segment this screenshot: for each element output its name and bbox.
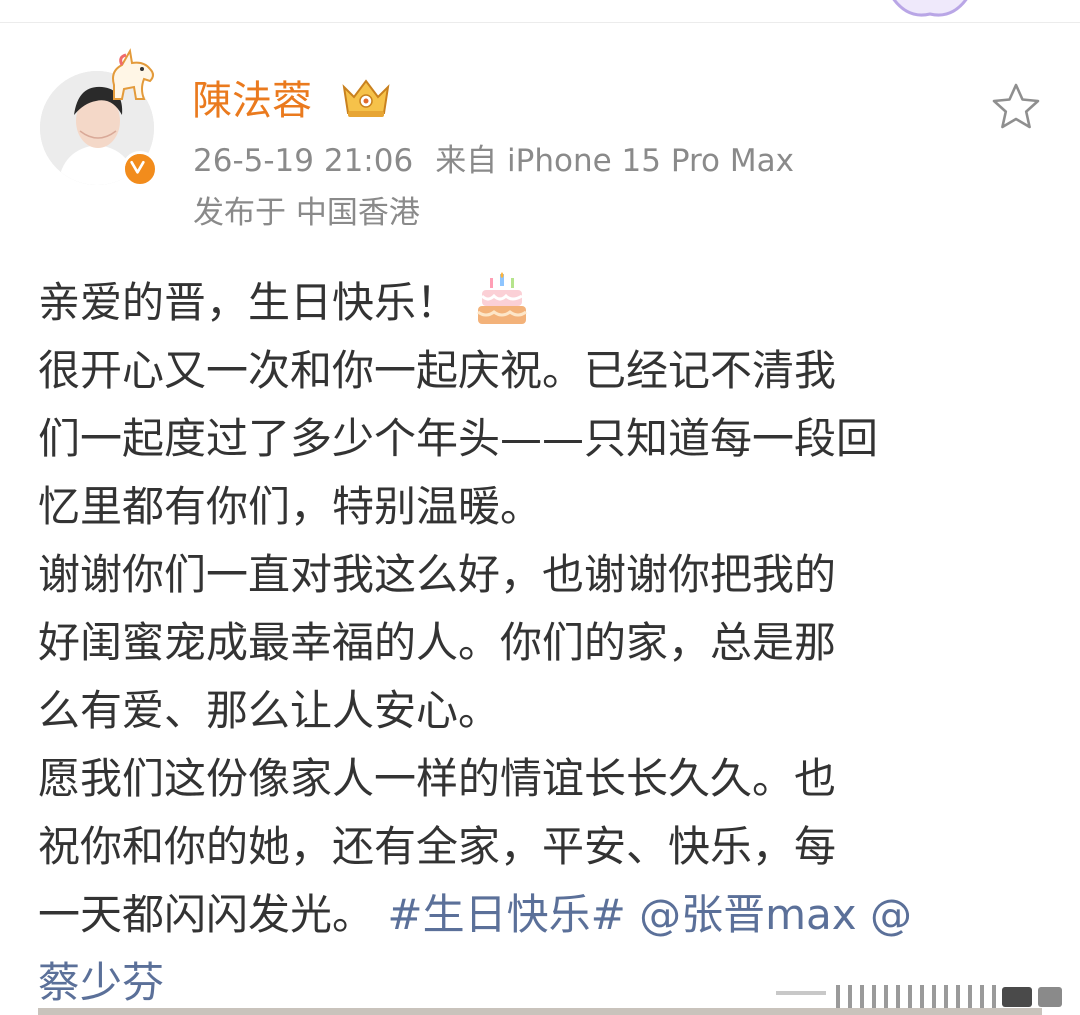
- content-line: 祝你和你的她，还有全家，平安、快乐，每: [38, 822, 837, 871]
- topic-link[interactable]: #生日快乐#: [387, 890, 625, 939]
- username[interactable]: 陳法蓉: [192, 75, 312, 127]
- verified-badge-icon: [122, 151, 158, 187]
- weibo-post-card: 陳法蓉 26-5-19 21:06 来自 iPhone 15 Pro Max 发布…: [0, 23, 1080, 1015]
- content-line: 愿我们这份像家人一样的情谊长长久久。也: [38, 754, 837, 803]
- content-line: 一天都闪闪发光。 #生日快乐# @张晋max @: [38, 881, 1048, 949]
- birthday-cake-emoji: [477, 271, 527, 324]
- avatar-group[interactable]: [40, 48, 160, 191]
- content-line: 很开心又一次和你一起庆祝。已经记不清我: [38, 346, 837, 395]
- mention-link[interactable]: @: [870, 890, 912, 939]
- content-line: 么有爱、那么让人安心。: [38, 686, 501, 735]
- content-line: 忆里都有你们，特别温暖。: [38, 482, 543, 531]
- post-meta: 26-5-19 21:06 来自 iPhone 15 Pro Max: [193, 139, 794, 183]
- decoration-icon: [892, 0, 968, 17]
- crown-vip-badge-icon[interactable]: [338, 73, 394, 121]
- star-outline-icon[interactable]: [990, 81, 1042, 133]
- attached-image-preview[interactable]: [38, 1008, 1042, 1015]
- content-line-text: 一天都闪闪发光。: [38, 890, 375, 939]
- top-status-strip: [0, 0, 1080, 23]
- post-timestamp: 26-5-19 21:06: [193, 143, 414, 179]
- post-source: 来自 iPhone 15 Pro Max: [435, 143, 794, 179]
- unicorn-pendant-icon: [112, 48, 154, 100]
- content-line: 谢谢你们一直对我这么好，也谢谢你把我的: [38, 550, 837, 599]
- content-line-text: 亲爱的晋，生日快乐！: [38, 278, 459, 327]
- content-line: 们一起度过了多少个年头——只知道每一段回: [38, 414, 879, 463]
- mention-link-continued[interactable]: 蔡少芬: [38, 958, 164, 1007]
- post-content: 亲爱的晋，生日快乐！ 很开心又一次和你一起庆祝。已经记不清我 们一起度过了多少个…: [38, 269, 1048, 1015]
- mention-link[interactable]: @张晋max: [639, 890, 857, 939]
- content-line: 好闺蜜宠成最幸福的人。你们的家，总是那: [38, 618, 837, 667]
- post-location: 发布于 中国香港: [193, 195, 420, 231]
- content-line: 亲爱的晋，生日快乐！: [38, 269, 1048, 337]
- watermark-icon: [776, 985, 1062, 1009]
